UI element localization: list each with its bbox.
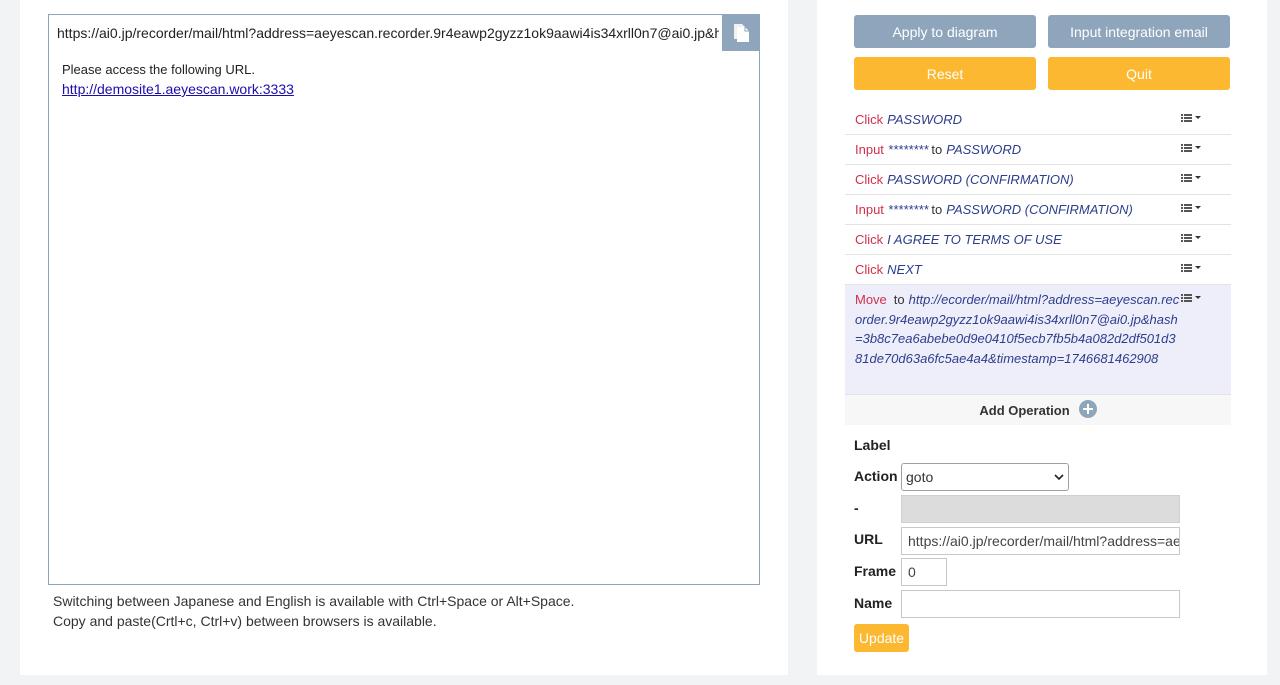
operation-value: ******** <box>887 142 929 157</box>
operation-join: to <box>893 292 905 307</box>
operation-verb: Click <box>855 262 884 277</box>
mail-url-text[interactable]: https://ai0.jp/recorder/mail/html?addres… <box>57 15 719 51</box>
quit-button[interactable]: Quit <box>1048 57 1230 90</box>
list-menu-icon <box>1181 264 1201 272</box>
operation-verb: Click <box>855 172 884 187</box>
list-menu-icon <box>1181 114 1201 122</box>
operation-editor-panel: Apply to diagram Input integration email… <box>817 0 1267 675</box>
operation-text: Click PASSWORD <box>855 112 962 127</box>
name-field-label: Name <box>854 595 893 611</box>
operation-value: ******** <box>887 202 929 217</box>
mail-body-text: Please access the following URL. <box>62 62 255 77</box>
operation-item[interactable]: Input ******** to PASSWORD (CONFIRMATION) <box>845 195 1231 225</box>
mail-url-bar[interactable]: https://ai0.jp/recorder/mail/html?addres… <box>48 14 760 52</box>
operation-verb: Input <box>855 202 884 217</box>
operation-text: Move to http://ecorder/mail/html?address=a… <box>855 290 1181 368</box>
mail-body-view: Please access the following URL. http://… <box>48 51 760 585</box>
mail-preview-panel: https://ai0.jp/recorder/mail/html?addres… <box>20 0 788 675</box>
operation-text: Click NEXT <box>855 262 922 277</box>
operation-target: NEXT <box>887 262 922 277</box>
url-input[interactable]: https://ai0.jp/recorder/mail/html?addres… <box>901 527 1180 555</box>
operation-item-selected[interactable]: Move to http://ecorder/mail/html?address=a… <box>845 285 1231 395</box>
operation-join: to <box>931 142 943 157</box>
operation-join: to <box>931 202 943 217</box>
reset-button[interactable]: Reset <box>854 57 1036 90</box>
operation-verb: Input <box>855 142 884 157</box>
dash-field-label: - <box>854 500 859 516</box>
operation-item[interactable]: Input ******** to PASSWORD <box>845 135 1231 165</box>
hint-copy-paste: Copy and paste(Crtl+c, Ctrl+v) between b… <box>53 613 437 629</box>
operation-verb: Click <box>855 112 884 127</box>
operation-item[interactable]: Click I AGREE TO TERMS OF USE <box>845 225 1231 255</box>
operation-verb: Move <box>855 292 887 307</box>
operation-text: Input ******** to PASSWORD <box>855 142 1021 157</box>
operation-item[interactable]: Click PASSWORD (CONFIRMATION) <box>845 165 1231 195</box>
list-menu-icon <box>1181 144 1201 152</box>
add-operation-button[interactable] <box>1078 399 1097 421</box>
label-field-label: Label <box>854 437 891 453</box>
list-menu-icon <box>1181 294 1201 302</box>
operation-menu-button[interactable] <box>1181 173 1201 183</box>
operation-menu-button[interactable] <box>1181 113 1201 123</box>
url-field-label: URL <box>854 531 883 547</box>
action-field-label: Action <box>854 468 898 484</box>
operation-target: PASSWORD <box>946 142 1022 157</box>
update-button[interactable]: Update <box>854 624 909 652</box>
operation-menu-button[interactable] <box>1181 233 1201 243</box>
input-integration-email-button[interactable]: Input integration email <box>1048 15 1230 48</box>
operation-item[interactable]: Click NEXT <box>845 255 1231 285</box>
name-input[interactable] <box>901 590 1180 618</box>
add-operation-row: Add Operation <box>845 395 1231 425</box>
action-select-value: goto <box>906 469 934 485</box>
operation-target: PASSWORD <box>887 112 963 127</box>
operation-verb: Click <box>855 232 884 247</box>
hint-ime-switch: Switching between Japanese and English i… <box>53 593 575 609</box>
operation-item[interactable]: Click PASSWORD <box>845 105 1231 135</box>
operation-target: PASSWORD (CONFIRMATION) <box>946 202 1133 217</box>
add-operation-label: Add Operation <box>979 402 1070 418</box>
operation-menu-button[interactable] <box>1181 143 1201 153</box>
list-menu-icon <box>1181 234 1201 242</box>
list-menu-icon <box>1181 204 1201 212</box>
action-select[interactable]: goto <box>901 463 1069 491</box>
operation-text: Input ******** to PASSWORD (CONFIRMATION) <box>855 202 1133 217</box>
frame-field-label: Frame <box>854 563 897 579</box>
mail-body-link[interactable]: http://demosite1.aeyescan.work:3333 <box>62 79 294 99</box>
operation-text: Click I AGREE TO TERMS OF USE <box>855 232 1062 247</box>
operation-menu-button[interactable] <box>1181 203 1201 213</box>
copy-icon <box>733 24 749 42</box>
apply-to-diagram-button[interactable]: Apply to diagram <box>854 15 1036 48</box>
operation-list: Click PASSWORD Input ******** to PASSWORD Cl… <box>845 105 1231 425</box>
operation-text: Click PASSWORD (CONFIRMATION) <box>855 172 1074 187</box>
frame-input[interactable]: 0 <box>901 558 947 586</box>
operation-menu-button[interactable] <box>1181 293 1201 303</box>
dash-field-input <box>901 495 1180 523</box>
plus-circle-icon <box>1078 399 1097 418</box>
operation-menu-button[interactable] <box>1181 263 1201 273</box>
operation-target: PASSWORD (CONFIRMATION) <box>887 172 1074 187</box>
operation-target: I AGREE TO TERMS OF USE <box>887 232 1062 247</box>
chevron-down-icon <box>1054 473 1064 480</box>
copy-url-button[interactable] <box>722 15 759 51</box>
list-menu-icon <box>1181 174 1201 182</box>
